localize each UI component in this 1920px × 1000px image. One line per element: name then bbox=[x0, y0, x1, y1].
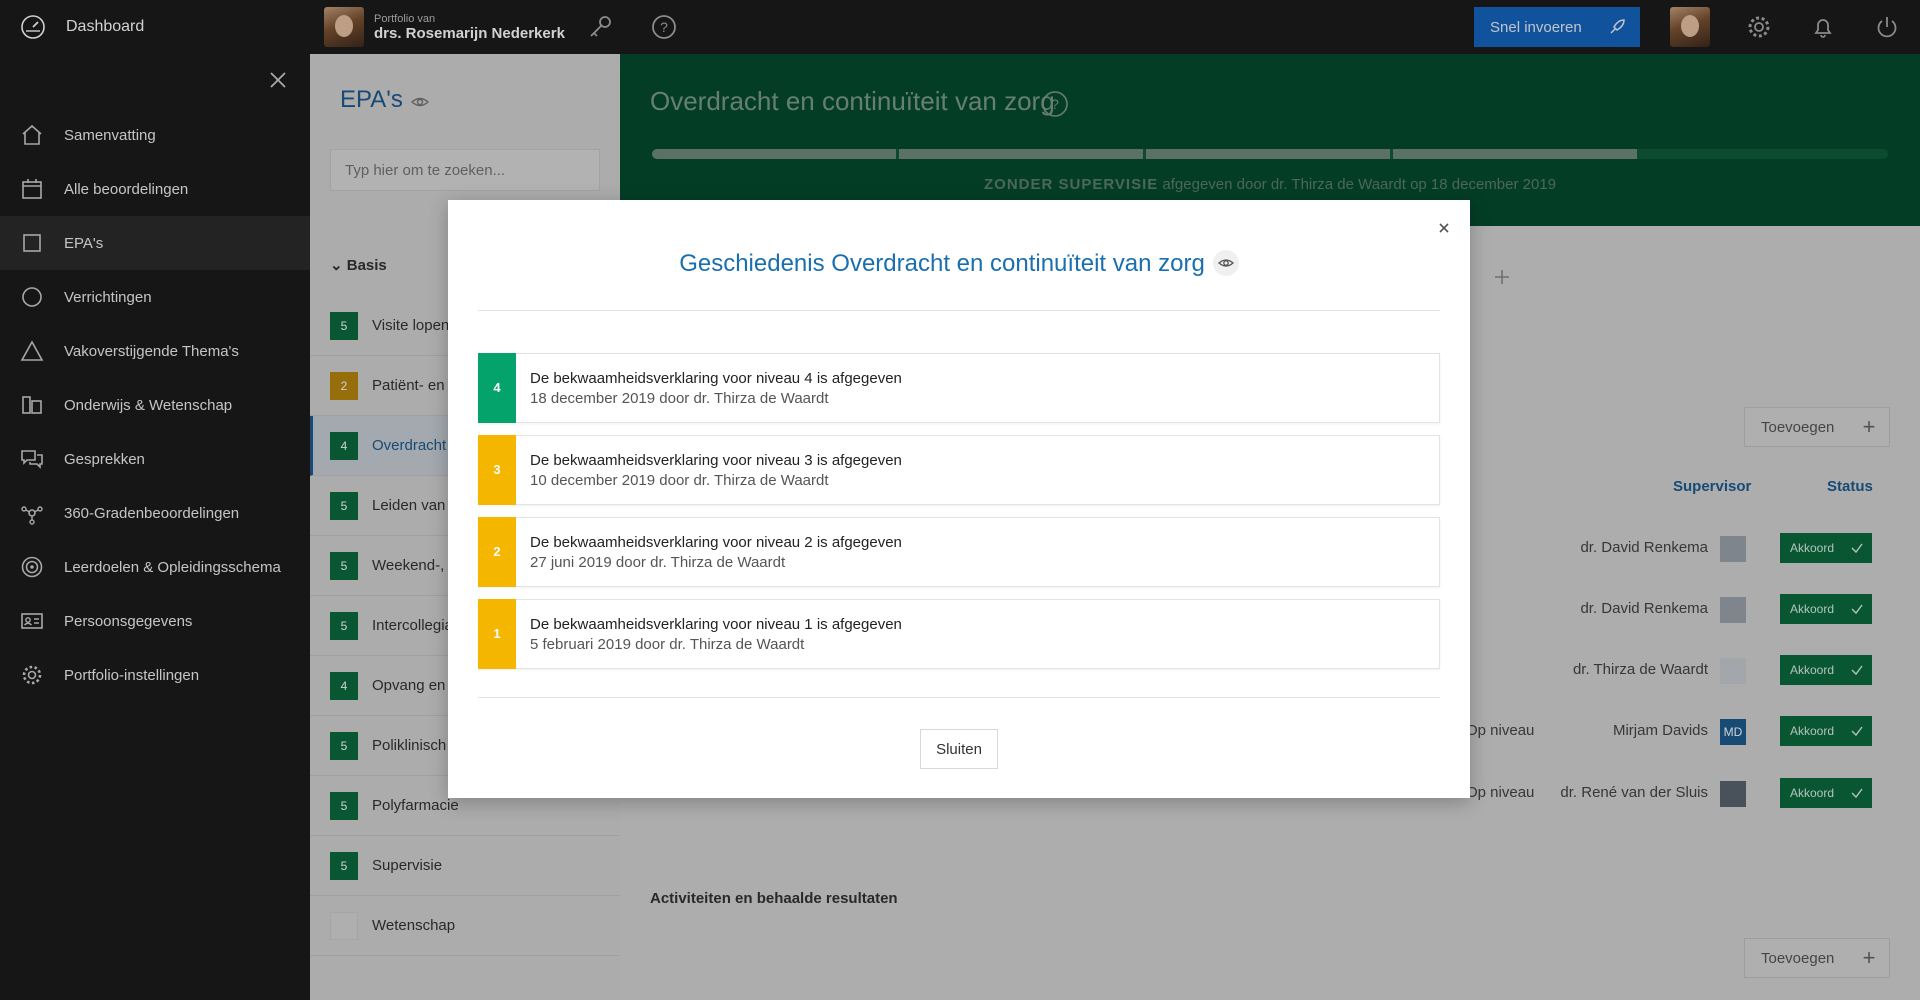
history-entry-meta: 27 juni 2019 door dr. Thirza de Waardt bbox=[530, 553, 786, 571]
history-entry: 4 De bekwaamheidsverklaring voor niveau … bbox=[478, 352, 1440, 423]
history-level-badge: 2 bbox=[478, 516, 516, 587]
history-entry-title: De bekwaamheidsverklaring voor niveau 1 … bbox=[530, 615, 902, 633]
history-entry-meta: 5 februari 2019 door dr. Thirza de Waard… bbox=[530, 635, 805, 653]
divider bbox=[478, 310, 1440, 311]
history-entry: 1 De bekwaamheidsverklaring voor niveau … bbox=[478, 598, 1440, 669]
close-icon[interactable] bbox=[1436, 220, 1452, 236]
divider bbox=[478, 697, 1440, 698]
history-entry-meta: 10 december 2019 door dr. Thirza de Waar… bbox=[530, 471, 829, 489]
history-entry-meta: 18 december 2019 door dr. Thirza de Waar… bbox=[530, 389, 829, 407]
history-entry: 2 De bekwaamheidsverklaring voor niveau … bbox=[478, 516, 1440, 587]
history-entry-title: De bekwaamheidsverklaring voor niveau 2 … bbox=[530, 533, 902, 551]
history-level-badge: 4 bbox=[478, 352, 516, 423]
history-level-badge: 1 bbox=[478, 598, 516, 669]
history-entry-title: De bekwaamheidsverklaring voor niveau 3 … bbox=[530, 451, 902, 469]
history-level-badge: 3 bbox=[478, 434, 516, 505]
eye-icon[interactable] bbox=[1212, 249, 1239, 276]
history-entry: 3 De bekwaamheidsverklaring voor niveau … bbox=[478, 434, 1440, 505]
sluiten-button[interactable]: Sluiten bbox=[920, 729, 998, 769]
modal-title-text: Geschiedenis Overdracht en continuïteit … bbox=[679, 250, 1205, 277]
modal-title: Geschiedenis Overdracht en continuïteit … bbox=[448, 249, 1470, 278]
history-entry-title: De bekwaamheidsverklaring voor niveau 4 … bbox=[530, 369, 902, 387]
